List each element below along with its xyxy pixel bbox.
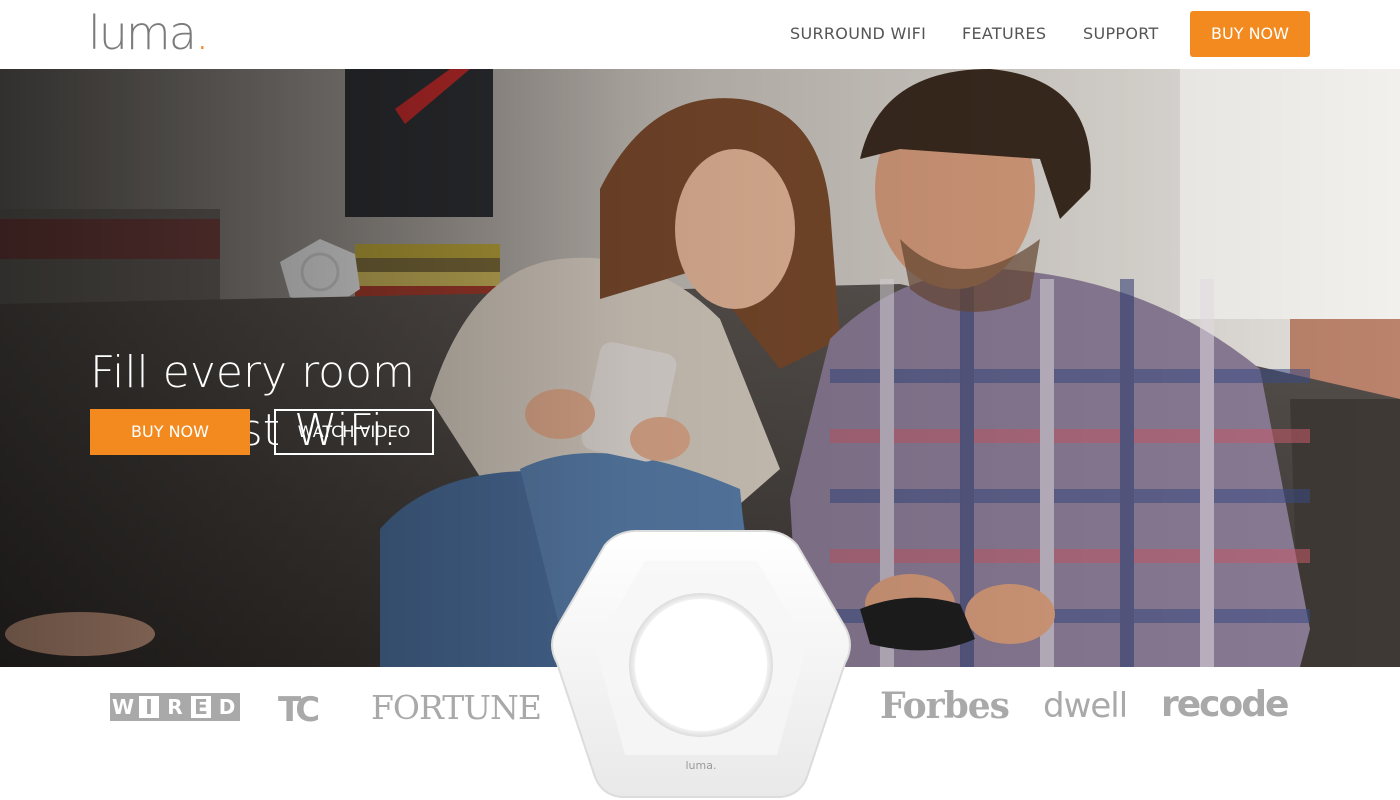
wired-logo: W I R E D <box>110 693 240 721</box>
wired-letter: E <box>188 693 214 721</box>
fortune-logo: FORTUNE <box>371 688 542 727</box>
logo-text: luma <box>88 6 197 60</box>
wired-letter: I <box>136 693 162 721</box>
headline-line-1: Fill every room <box>90 347 415 398</box>
techcrunch-logo: TC <box>278 690 320 730</box>
nav-surround-wifi[interactable]: SURROUND WIFI <box>790 22 926 46</box>
nav-support[interactable]: SUPPORT <box>1083 22 1159 46</box>
device-label: luma. <box>685 759 717 772</box>
recode-logo: recode <box>1161 684 1289 725</box>
wired-letter: D <box>214 693 240 721</box>
wired-letter: R <box>162 693 188 721</box>
luma-router-image: luma. <box>545 527 857 800</box>
logo-dot: . <box>194 6 210 60</box>
nav-features[interactable]: FEATURES <box>962 22 1046 46</box>
forbes-logo: Forbes <box>880 685 1010 727</box>
dwell-logo: dwell <box>1043 686 1128 726</box>
wired-letter: W <box>110 693 136 721</box>
watch-video-button[interactable]: WATCH VIDEO <box>274 409 434 455</box>
luma-logo[interactable]: luma. <box>88 4 210 62</box>
hero-buy-now-button[interactable]: BUY NOW <box>90 409 250 455</box>
site-header: luma. SURROUND WIFI FEATURES SUPPORT BUY… <box>0 0 1400 69</box>
header-buy-now-button[interactable]: BUY NOW <box>1190 11 1310 57</box>
